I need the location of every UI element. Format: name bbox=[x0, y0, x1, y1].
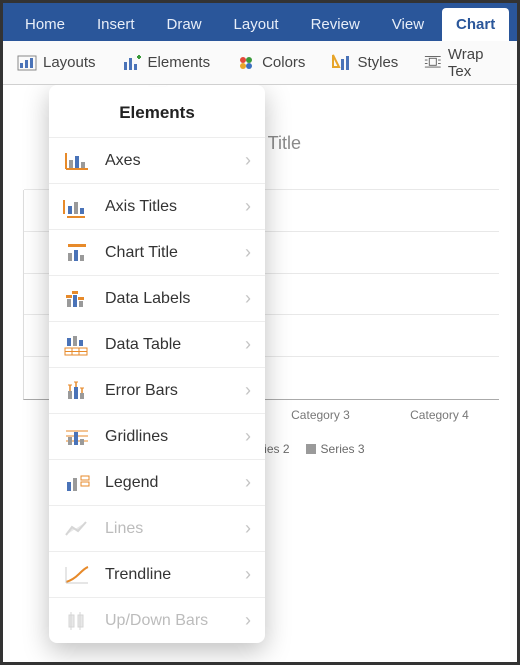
data-labels-icon bbox=[63, 288, 91, 310]
tab-draw[interactable]: Draw bbox=[153, 8, 216, 41]
chevron-right-icon: › bbox=[245, 196, 251, 217]
x-axis-label: Category 3 bbox=[291, 408, 350, 422]
elements-item-axes[interactable]: Axes› bbox=[49, 137, 265, 183]
chevron-right-icon: › bbox=[245, 288, 251, 309]
elements-item-label: Chart Title bbox=[105, 244, 245, 262]
elements-item-axis-titles[interactable]: Axis Titles› bbox=[49, 183, 265, 229]
legend-icon bbox=[63, 472, 91, 494]
layouts-button[interactable]: Layouts bbox=[7, 49, 106, 77]
x-axis-label: Category 4 bbox=[410, 408, 469, 422]
chevron-right-icon: › bbox=[245, 150, 251, 171]
elements-item-label: Axis Titles bbox=[105, 198, 245, 216]
trendline-icon bbox=[63, 564, 91, 586]
gridlines-icon bbox=[63, 426, 91, 448]
chevron-right-icon: › bbox=[245, 242, 251, 263]
wrap-text-button[interactable]: Wrap Tex bbox=[414, 42, 513, 84]
tab-review[interactable]: Review bbox=[297, 8, 374, 41]
updown-icon bbox=[63, 610, 91, 632]
elements-icon bbox=[122, 53, 142, 73]
elements-item-error-bars[interactable]: Error Bars› bbox=[49, 367, 265, 413]
elements-item-lines: Lines› bbox=[49, 505, 265, 551]
elements-item-chart-title[interactable]: Chart Title› bbox=[49, 229, 265, 275]
chart-toolbar: Layouts Elements Colors Styles Wrap Tex bbox=[3, 41, 517, 85]
panel-title: Elements bbox=[49, 85, 265, 137]
elements-item-updown: Up/Down Bars› bbox=[49, 597, 265, 643]
elements-item-trendline[interactable]: Trendline› bbox=[49, 551, 265, 597]
tab-home[interactable]: Home bbox=[11, 8, 79, 41]
elements-item-label: Data Labels bbox=[105, 290, 245, 308]
chevron-right-icon: › bbox=[245, 334, 251, 355]
colors-icon bbox=[236, 53, 256, 73]
styles-button[interactable]: Styles bbox=[321, 49, 408, 77]
document-area: Chart Title Category 1Category 2Category… bbox=[3, 85, 517, 662]
elements-item-label: Up/Down Bars bbox=[105, 612, 245, 630]
tab-chart[interactable]: Chart bbox=[442, 8, 509, 41]
layouts-label: Layouts bbox=[43, 54, 96, 71]
styles-label: Styles bbox=[357, 54, 398, 71]
chart-title-icon bbox=[63, 242, 91, 264]
layouts-icon bbox=[17, 53, 37, 73]
chevron-right-icon: › bbox=[245, 564, 251, 585]
elements-label: Elements bbox=[148, 54, 211, 71]
colors-label: Colors bbox=[262, 54, 305, 71]
styles-icon bbox=[331, 53, 351, 73]
ribbon-tabbar: Home Insert Draw Layout Review View Char… bbox=[3, 3, 517, 41]
tab-insert[interactable]: Insert bbox=[83, 8, 149, 41]
tab-view[interactable]: View bbox=[378, 8, 438, 41]
wrap-text-icon bbox=[424, 53, 442, 73]
legend-label: Series 3 bbox=[321, 442, 365, 456]
elements-item-data-table[interactable]: Data Table› bbox=[49, 321, 265, 367]
wrap-text-label: Wrap Tex bbox=[448, 46, 503, 80]
axes-icon bbox=[63, 150, 91, 172]
elements-item-data-labels[interactable]: Data Labels› bbox=[49, 275, 265, 321]
chevron-right-icon: › bbox=[245, 472, 251, 493]
tab-layout[interactable]: Layout bbox=[220, 8, 293, 41]
colors-button[interactable]: Colors bbox=[226, 49, 315, 77]
chevron-right-icon: › bbox=[245, 518, 251, 539]
elements-item-label: Error Bars bbox=[105, 382, 245, 400]
lines-icon bbox=[63, 518, 91, 540]
elements-item-label: Axes bbox=[105, 152, 245, 170]
elements-item-label: Legend bbox=[105, 474, 245, 492]
legend-swatch bbox=[306, 444, 316, 454]
elements-button[interactable]: Elements bbox=[112, 49, 221, 77]
elements-item-label: Data Table bbox=[105, 336, 245, 354]
elements-item-legend[interactable]: Legend› bbox=[49, 459, 265, 505]
elements-item-gridlines[interactable]: Gridlines› bbox=[49, 413, 265, 459]
chevron-right-icon: › bbox=[245, 426, 251, 447]
chevron-right-icon: › bbox=[245, 380, 251, 401]
elements-item-label: Trendline bbox=[105, 566, 245, 584]
data-table-icon bbox=[63, 334, 91, 356]
legend-item: Series 3 bbox=[306, 442, 365, 456]
elements-item-label: Lines bbox=[105, 520, 245, 538]
axis-titles-icon bbox=[63, 196, 91, 218]
elements-dropdown-panel: Elements Axes›Axis Titles›Chart Title›Da… bbox=[49, 85, 265, 643]
error-bars-icon bbox=[63, 380, 91, 402]
elements-item-label: Gridlines bbox=[105, 428, 245, 446]
chevron-right-icon: › bbox=[245, 610, 251, 631]
